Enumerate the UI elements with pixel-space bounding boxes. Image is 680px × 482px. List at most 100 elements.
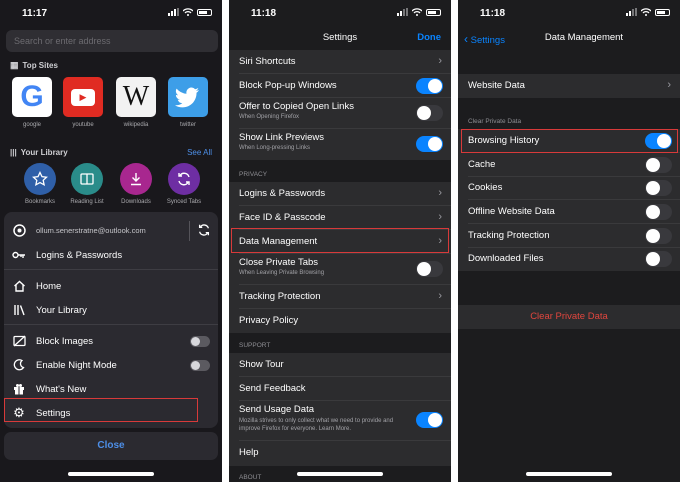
link-previews-toggle[interactable]	[416, 136, 443, 152]
row-label: Offline Website Data	[468, 206, 555, 217]
google-icon: G	[12, 77, 52, 117]
row-show-link-previews[interactable]: Show Link Previews When Long-pressing Li…	[229, 129, 451, 160]
row-cache[interactable]: Cache	[458, 153, 680, 177]
privacy-group: Logins & Passwords › Face ID & Passcode …	[229, 182, 451, 333]
library-reading-list[interactable]: Reading List	[61, 163, 113, 205]
home-indicator	[526, 472, 612, 476]
settings-screen: 11:18 Settings Done Siri Shortcuts › Blo…	[229, 0, 451, 482]
row-tracking-protection[interactable]: Tracking Protection	[458, 224, 680, 248]
close-private-tabs-toggle[interactable]	[416, 261, 443, 277]
offer-copied-links-toggle[interactable]	[416, 105, 443, 121]
library-downloads[interactable]: Downloads	[110, 163, 162, 205]
clear-private-data-button[interactable]: Clear Private Data	[458, 305, 680, 329]
close-button[interactable]: Close	[4, 432, 218, 460]
night-mode-toggle[interactable]	[190, 359, 210, 371]
row-sublabel: When Leaving Private Browsing	[239, 270, 325, 276]
battery-icon	[426, 8, 441, 16]
row-privacy-policy[interactable]: Privacy Policy	[229, 309, 451, 333]
row-downloaded-files[interactable]: Downloaded Files	[458, 247, 680, 271]
offline-data-toggle[interactable]	[645, 204, 672, 220]
battery-icon	[655, 8, 670, 16]
row-logins-passwords[interactable]: Logins & Passwords ›	[229, 182, 451, 206]
moon-icon	[12, 358, 26, 372]
row-close-private-tabs[interactable]: Close Private Tabs When Leaving Private …	[229, 254, 451, 285]
data-management-screen: 11:18 ‹ Settings Data Management Website…	[458, 0, 680, 482]
top-site-wikipedia[interactable]: W wikipedia	[116, 77, 160, 128]
row-label: Show Link Previews	[239, 132, 325, 143]
row-label: Tracking Protection	[239, 291, 321, 302]
general-group: Siri Shortcuts › Block Pop-up Windows Of…	[229, 50, 451, 160]
twitter-icon	[168, 77, 208, 117]
tracking-protection-toggle[interactable]	[645, 228, 672, 244]
top-site-twitter[interactable]: twitter	[168, 77, 212, 128]
menu-your-library[interactable]: Your Library	[12, 303, 87, 317]
website-data-group: Website Data ›	[458, 74, 680, 98]
account-email: ollum.senerstratne@outlook.com	[36, 225, 146, 235]
chevron-right-icon: ›	[438, 211, 442, 223]
block-images-toggle[interactable]	[190, 335, 210, 347]
row-label: Send Feedback	[239, 383, 306, 394]
row-label: Website Data	[468, 80, 525, 91]
cookies-toggle[interactable]	[645, 180, 672, 196]
row-show-tour[interactable]: Show Tour	[229, 353, 451, 377]
menu-logins[interactable]: Logins & Passwords	[12, 248, 122, 262]
usage-data-toggle[interactable]	[416, 412, 443, 428]
top-site-google[interactable]: G google	[12, 77, 56, 128]
key-icon	[12, 248, 26, 262]
row-send-usage-data[interactable]: Send Usage Data Mozilla strives to only …	[229, 401, 451, 441]
downloaded-files-toggle[interactable]	[645, 251, 672, 267]
search-input[interactable]: Search or enter address	[6, 30, 218, 52]
menu-home[interactable]: Home	[12, 279, 61, 293]
row-offer-copied-links[interactable]: Offer to Copied Open Links When Opening …	[229, 98, 451, 129]
menu-night-mode[interactable]: Enable Night Mode	[12, 358, 218, 372]
menu-block-images[interactable]: Block Images	[12, 334, 218, 348]
row-send-feedback[interactable]: Send Feedback	[229, 377, 451, 401]
menu-label: Your Library	[36, 304, 87, 316]
row-offline-website-data[interactable]: Offline Website Data	[458, 200, 680, 224]
row-help[interactable]: Help	[229, 441, 451, 465]
wikipedia-icon: W	[116, 77, 156, 117]
library-label: Reading List	[70, 199, 104, 205]
chevron-right-icon: ›	[667, 79, 671, 91]
row-label: Close Private Tabs	[239, 257, 319, 268]
row-siri-shortcuts[interactable]: Siri Shortcuts ›	[229, 50, 451, 74]
library-bookmarks[interactable]: Bookmarks	[14, 163, 66, 205]
library-label: Synced Tabs	[166, 199, 202, 205]
top-sites-title: Top Sites	[22, 61, 58, 70]
row-face-id[interactable]: Face ID & Passcode ›	[229, 206, 451, 230]
chevron-right-icon: ›	[438, 290, 442, 302]
sync-now-button[interactable]	[197, 223, 211, 242]
menu-label: Home	[36, 280, 62, 292]
page-title: Data Management	[544, 32, 624, 43]
menu-label: What's New	[36, 383, 87, 395]
library-header: ||| Your Library	[10, 148, 68, 157]
top-site-youtube[interactable]: ▶ youtube	[63, 77, 107, 128]
row-label: Block Pop-up Windows	[239, 80, 337, 91]
status-time: 11:17	[22, 8, 48, 19]
library-synced-tabs[interactable]: Synced Tabs	[158, 163, 210, 205]
row-cookies[interactable]: Cookies	[458, 176, 680, 200]
chevron-left-icon: ‹	[464, 32, 468, 46]
row-block-popups[interactable]: Block Pop-up Windows	[229, 74, 451, 98]
site-label: twitter	[179, 122, 196, 128]
row-label: Tracking Protection	[468, 230, 550, 241]
no-image-icon	[12, 334, 26, 348]
account-row[interactable]: ollum.senerstratne@outlook.com	[12, 223, 146, 237]
see-all-link[interactable]: See All	[187, 148, 212, 157]
library-label: Downloads	[121, 199, 151, 205]
menu-whats-new[interactable]: What's New	[12, 382, 86, 396]
block-popups-toggle[interactable]	[416, 78, 443, 94]
nav-bar: Settings Done	[229, 28, 451, 48]
row-label: Logins & Passwords	[239, 188, 326, 199]
row-label: Help	[239, 447, 259, 458]
done-button[interactable]: Done	[417, 32, 441, 43]
home-icon	[12, 279, 26, 293]
download-icon	[120, 163, 152, 195]
wifi-icon	[183, 8, 193, 16]
home-indicator	[297, 472, 383, 476]
row-website-data[interactable]: Website Data ›	[458, 74, 680, 98]
row-tracking-protection[interactable]: Tracking Protection ›	[229, 285, 451, 309]
cache-toggle[interactable]	[645, 157, 672, 173]
youtube-icon: ▶	[63, 77, 103, 117]
battery-icon	[197, 8, 212, 16]
